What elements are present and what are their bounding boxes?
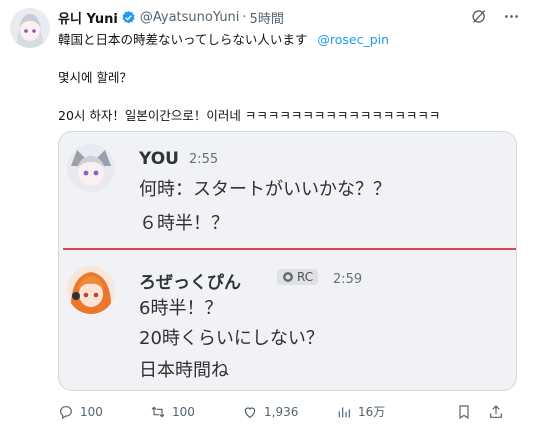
repost-count: 100: [172, 404, 195, 419]
action-bar: 100 100 1,936 16万: [58, 403, 520, 420]
rosec-time: 2:59: [333, 272, 363, 287]
verified-badge-icon: [121, 10, 136, 25]
author-name[interactable]: 유니 Yuni: [58, 8, 118, 27]
rosec-message-1: 6時半！？: [139, 298, 223, 319]
new-messages-divider: [63, 248, 516, 250]
you-message-2: ６時半！？: [139, 213, 229, 234]
rosec-message-3: 日本時間ね: [139, 360, 229, 381]
mention-link[interactable]: @rosec_pin: [317, 32, 389, 47]
you-avatar: [67, 144, 115, 192]
repost-icon: [151, 405, 165, 418]
rc-badge-label: RC: [297, 270, 314, 284]
reply-count: 100: [80, 404, 103, 419]
tweet-timestamp[interactable]: 5時間: [250, 8, 284, 27]
grok-icon[interactable]: [469, 6, 489, 26]
rosec-message-2: 20時くらいにしない？: [139, 328, 324, 349]
bookmark-button[interactable]: [456, 404, 488, 420]
share-button[interactable]: [488, 404, 518, 420]
author-avatar[interactable]: [10, 8, 50, 48]
tweet-text-line-1: 韓国と日本の時差ないってしらない人います @rosec_pin: [58, 29, 389, 48]
like-icon: [244, 406, 256, 418]
author-handle[interactable]: @AyatsunoYuni: [140, 10, 240, 25]
rc-badge-icon: [283, 272, 293, 282]
reply-button[interactable]: 100: [58, 404, 150, 420]
you-name: YOU: [139, 149, 179, 169]
like-count: 1,936: [264, 404, 299, 419]
rosec-avatar: [67, 266, 115, 314]
tweet-text-1: 韓国と日本の時差ないってしらない人います: [58, 32, 308, 47]
rosec-name: ろぜっくぴん: [139, 273, 241, 293]
views-count: 16万: [358, 405, 386, 419]
tweet-header: 유니 Yuni @AyatsunoYuni · 5時間: [58, 8, 284, 27]
rc-badge: RC: [277, 269, 319, 285]
reply-icon: [60, 405, 72, 419]
tweet-text-line-3: 20시 하자！일본이간으로！이러네 ㅋㅋㅋㅋㅋㅋㅋㅋㅋㅋㅋㅋㅋㅋㅋㅋㅋ: [58, 108, 441, 123]
you-message-1: 何時：スタートがいいかな？？: [139, 179, 391, 200]
views-icon: [338, 406, 350, 417]
you-time: 2:55: [189, 152, 219, 167]
repost-button[interactable]: 100: [150, 404, 242, 420]
views-button[interactable]: 16万: [336, 403, 456, 420]
bookmark-icon: [459, 404, 469, 419]
tweet-text-line-2: 몇시에 할레？: [58, 70, 132, 85]
share-icon: [490, 404, 502, 418]
more-icon[interactable]: [501, 6, 521, 26]
top-actions: [469, 6, 521, 26]
tweet-media-image[interactable]: YOU 2:55 何時：スタートがいいかな？？ ６時半！？ ろぜっくぴん RC …: [58, 131, 517, 391]
like-button[interactable]: 1,936: [242, 404, 336, 420]
separator-dot: ·: [242, 9, 247, 25]
